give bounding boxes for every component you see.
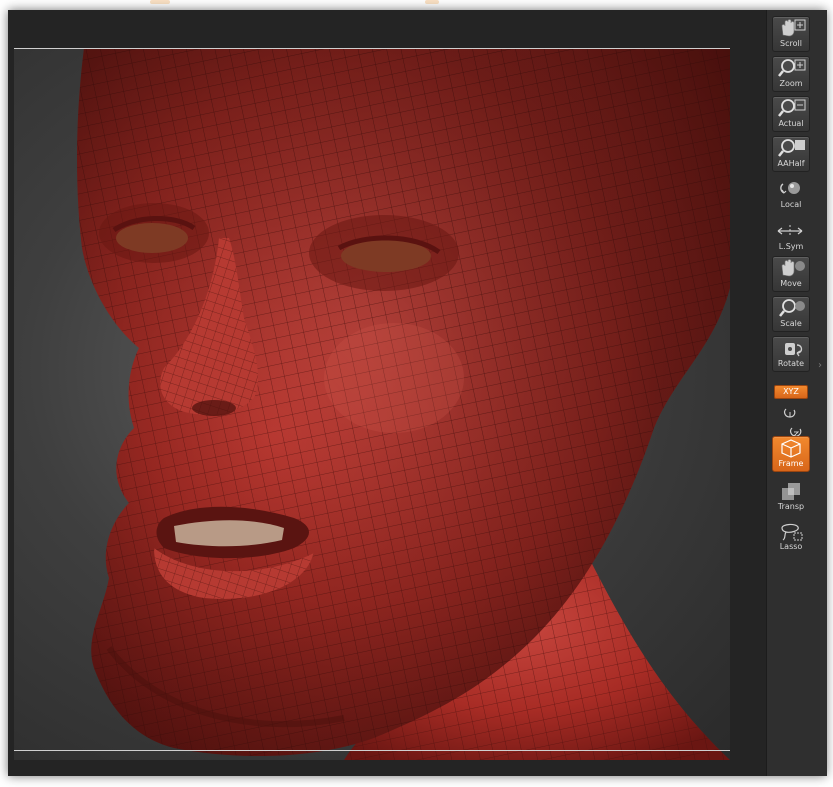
head-model[interactable] (14, 48, 730, 760)
document-canvas[interactable] (14, 48, 730, 760)
transp-button[interactable]: Transp (772, 480, 810, 516)
canvas-top-border (14, 48, 730, 49)
local-label: Local (780, 200, 802, 209)
magnifier-icon (778, 139, 805, 157)
viewport (8, 10, 766, 776)
scale-button[interactable]: Scale (772, 296, 810, 332)
aahalf-button[interactable]: AAHalf (772, 136, 810, 172)
scroll-button[interactable]: Scroll (772, 16, 810, 52)
rotate-label: Rotate (777, 359, 805, 368)
lasso-label: Lasso (779, 542, 803, 551)
actual-label: Actual (778, 119, 804, 128)
lsym-button[interactable]: L.Sym (772, 220, 810, 256)
rotate-xyz-button[interactable]: XYZ (774, 385, 808, 399)
lasso-icon (781, 523, 803, 541)
move-label: Move (780, 279, 802, 288)
lasso-button[interactable]: Lasso (772, 520, 810, 556)
xyz-label: XYZ (783, 387, 799, 396)
hand-icon (781, 19, 806, 37)
rotate-button[interactable]: Rotate (772, 336, 810, 372)
magnifier-icon (778, 59, 806, 77)
zbrush-window: › Scroll Zoom Actual AAHalf Local L.Sym … (8, 10, 827, 776)
rotate-y-icon[interactable] (782, 405, 798, 419)
hand-icon (781, 259, 805, 277)
transparency-icon (782, 483, 800, 500)
zoom-button[interactable]: Zoom (772, 56, 810, 92)
magnifier-icon (779, 299, 805, 317)
lsym-label: L.Sym (778, 242, 804, 251)
zoom-label: Zoom (779, 79, 803, 88)
top-highlight (425, 0, 439, 4)
symmetry-icon (777, 225, 803, 237)
move-button[interactable]: Move (772, 256, 810, 292)
frame-button[interactable]: Frame (772, 436, 810, 472)
aahalf-label: AAHalf (777, 159, 805, 168)
actual-button[interactable]: Actual (772, 96, 810, 132)
scale-label: Scale (780, 319, 802, 328)
canvas-bottom-border (14, 750, 730, 751)
frame-label: Frame (778, 459, 804, 468)
rotate-icon (785, 343, 803, 357)
shelf-collapse-arrow-icon[interactable]: › (818, 360, 824, 372)
top-highlight (150, 0, 170, 4)
cube-icon (781, 439, 801, 458)
local-button[interactable]: Local (772, 178, 810, 214)
scroll-label: Scroll (780, 39, 802, 48)
local-icon (780, 182, 800, 194)
transp-label: Transp (777, 502, 805, 511)
magnifier-icon (778, 99, 806, 117)
